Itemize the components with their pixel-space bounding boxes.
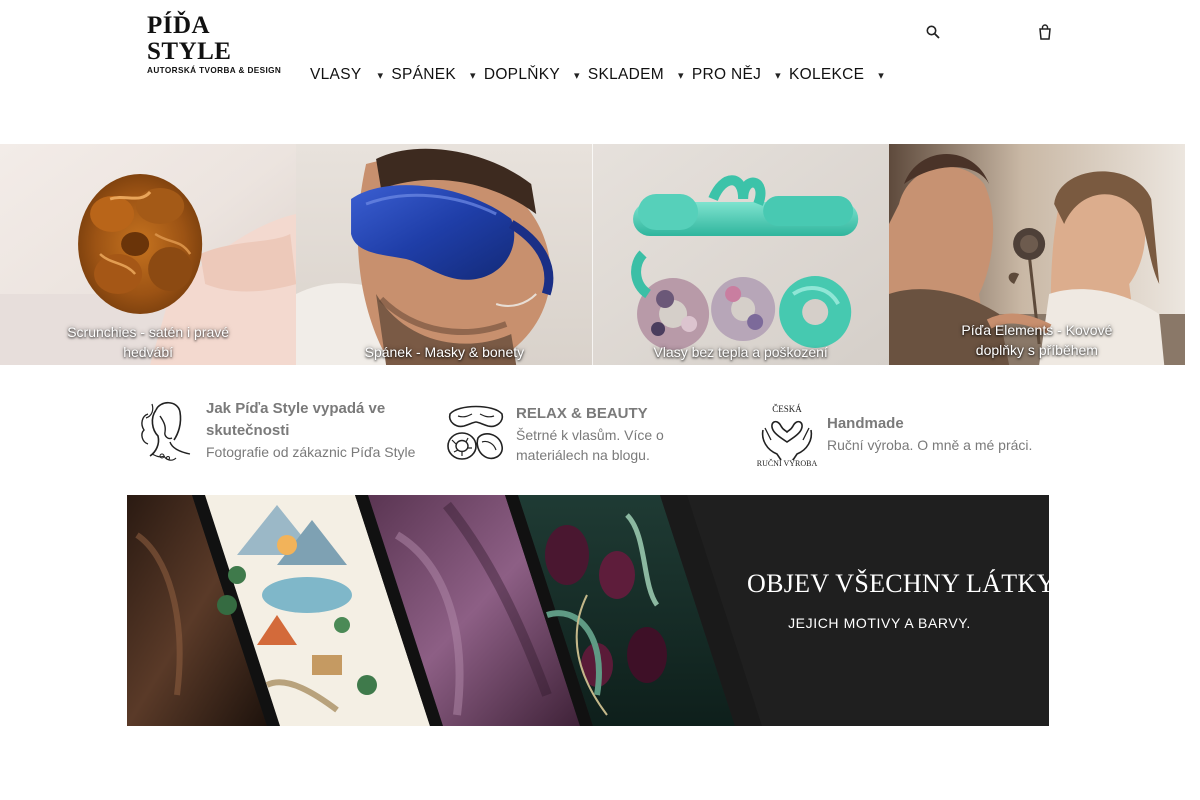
handmade-hands-heart-icon: ČESKÁ RUČNÍ VÝROBA — [757, 404, 818, 468]
chevron-down-icon[interactable]: ▾ — [775, 69, 781, 82]
logo-title: PÍĎA STYLE — [147, 12, 232, 65]
heatless-curler-image — [592, 144, 889, 365]
category-caption: Vlasy bez tepla a poškození — [653, 344, 828, 360]
handmade-icon-text-bottom: RUČNÍ VÝROBA — [757, 458, 818, 468]
feature-description: Šetrné k vlasům. Více o materiálech na b… — [516, 427, 664, 463]
category-tiles: Scrunchies - satén i pravé hedvábí Spáne… — [0, 144, 1185, 365]
logo-subtitle: AUTORSKÁ TVORBA & DESIGN — [147, 66, 282, 75]
chevron-down-icon[interactable]: ▾ — [678, 69, 684, 82]
fabrics-banner[interactable]: OBJEV VŠECHNY LÁTKY JEJICH MOTIVY A BARV… — [127, 495, 1049, 726]
sleep-mask-image — [296, 144, 593, 365]
fabrics-collage-image — [127, 495, 1049, 726]
nav-label: SKLADEM — [587, 66, 665, 83]
site-logo[interactable]: PÍĎA STYLE AUTORSKÁ TVORBA & DESIGN — [147, 13, 287, 76]
feature-title: Handmade — [827, 415, 904, 432]
category-tile-heatless[interactable]: Vlasy bez tepla a poškození — [592, 144, 889, 365]
category-caption: Scrunchies - satén i pravé hedvábí — [67, 324, 230, 360]
main-navigation: VLASY ▾ SPÁNEK ▾ DOPLŇKY ▾ SKLADEM ▾ PRO… — [306, 64, 884, 86]
nav-item-kolekce[interactable]: KOLEKCE ▾ — [789, 66, 884, 84]
nav-item-spanek[interactable]: SPÁNEK ▾ — [391, 66, 476, 84]
feature-title: RELAX & BEAUTY — [516, 405, 648, 422]
category-caption: Píďa Elements - Kovové doplňky s příběhe… — [961, 322, 1113, 358]
banner-title: OBJEV VŠECHNY LÁTKY — [747, 569, 1049, 598]
woman-portrait-icon — [141, 401, 191, 461]
nav-label: SPÁNEK — [391, 66, 456, 83]
feature-description: Ruční výroba. O mně a mé práci. — [827, 437, 1033, 453]
category-caption: Spánek - Masky & bonety — [364, 344, 525, 360]
nav-item-pro-nej[interactable]: PRO NĚJ ▾ — [692, 66, 781, 84]
feature-customer-photos[interactable]: Jak Píďa Style vypadá ve skutečnosti Fot… — [134, 396, 434, 464]
nav-item-doplnky[interactable]: DOPLŇKY ▾ — [484, 66, 580, 84]
category-tile-spanek[interactable]: Spánek - Masky & bonety — [296, 144, 593, 365]
search-icon[interactable] — [923, 22, 943, 42]
feature-handmade[interactable]: ČESKÁ RUČNÍ VÝROBA Handmade Ruční výroba… — [755, 400, 1055, 468]
feature-description: Fotografie od zákaznic Píďa Style — [206, 444, 416, 460]
cart-icon[interactable] — [1035, 22, 1055, 42]
chevron-down-icon[interactable]: ▾ — [377, 69, 383, 82]
chevron-down-icon[interactable]: ▾ — [878, 69, 884, 82]
category-tile-elements[interactable]: Píďa Elements - Kovové doplňky s příběhe… — [888, 144, 1185, 365]
banner-subtitle: JEJICH MOTIVY A BARVY. — [788, 615, 971, 631]
chevron-down-icon[interactable]: ▾ — [470, 69, 476, 82]
nav-label: KOLEKCE — [788, 66, 865, 83]
nav-item-skladem[interactable]: SKLADEM ▾ — [588, 66, 684, 84]
sleep-mask-scrunchie-icon — [447, 405, 504, 460]
category-tile-scrunchies[interactable]: Scrunchies - satén i pravé hedvábí — [0, 144, 297, 365]
feature-relax-beauty[interactable]: RELAX & BEAUTY Šetrné k vlasům. Více o m… — [444, 400, 744, 468]
nav-label: PRO NĚJ — [691, 66, 762, 83]
feature-title: Jak Píďa Style vypadá ve skutečnosti — [206, 400, 386, 439]
nav-label: DOPLŇKY — [483, 66, 561, 83]
nav-label: VLASY — [310, 66, 362, 83]
nav-item-vlasy[interactable]: VLASY ▾ — [310, 66, 383, 84]
chevron-down-icon[interactable]: ▾ — [574, 69, 580, 82]
handmade-icon-text-top: ČESKÁ — [772, 404, 802, 414]
